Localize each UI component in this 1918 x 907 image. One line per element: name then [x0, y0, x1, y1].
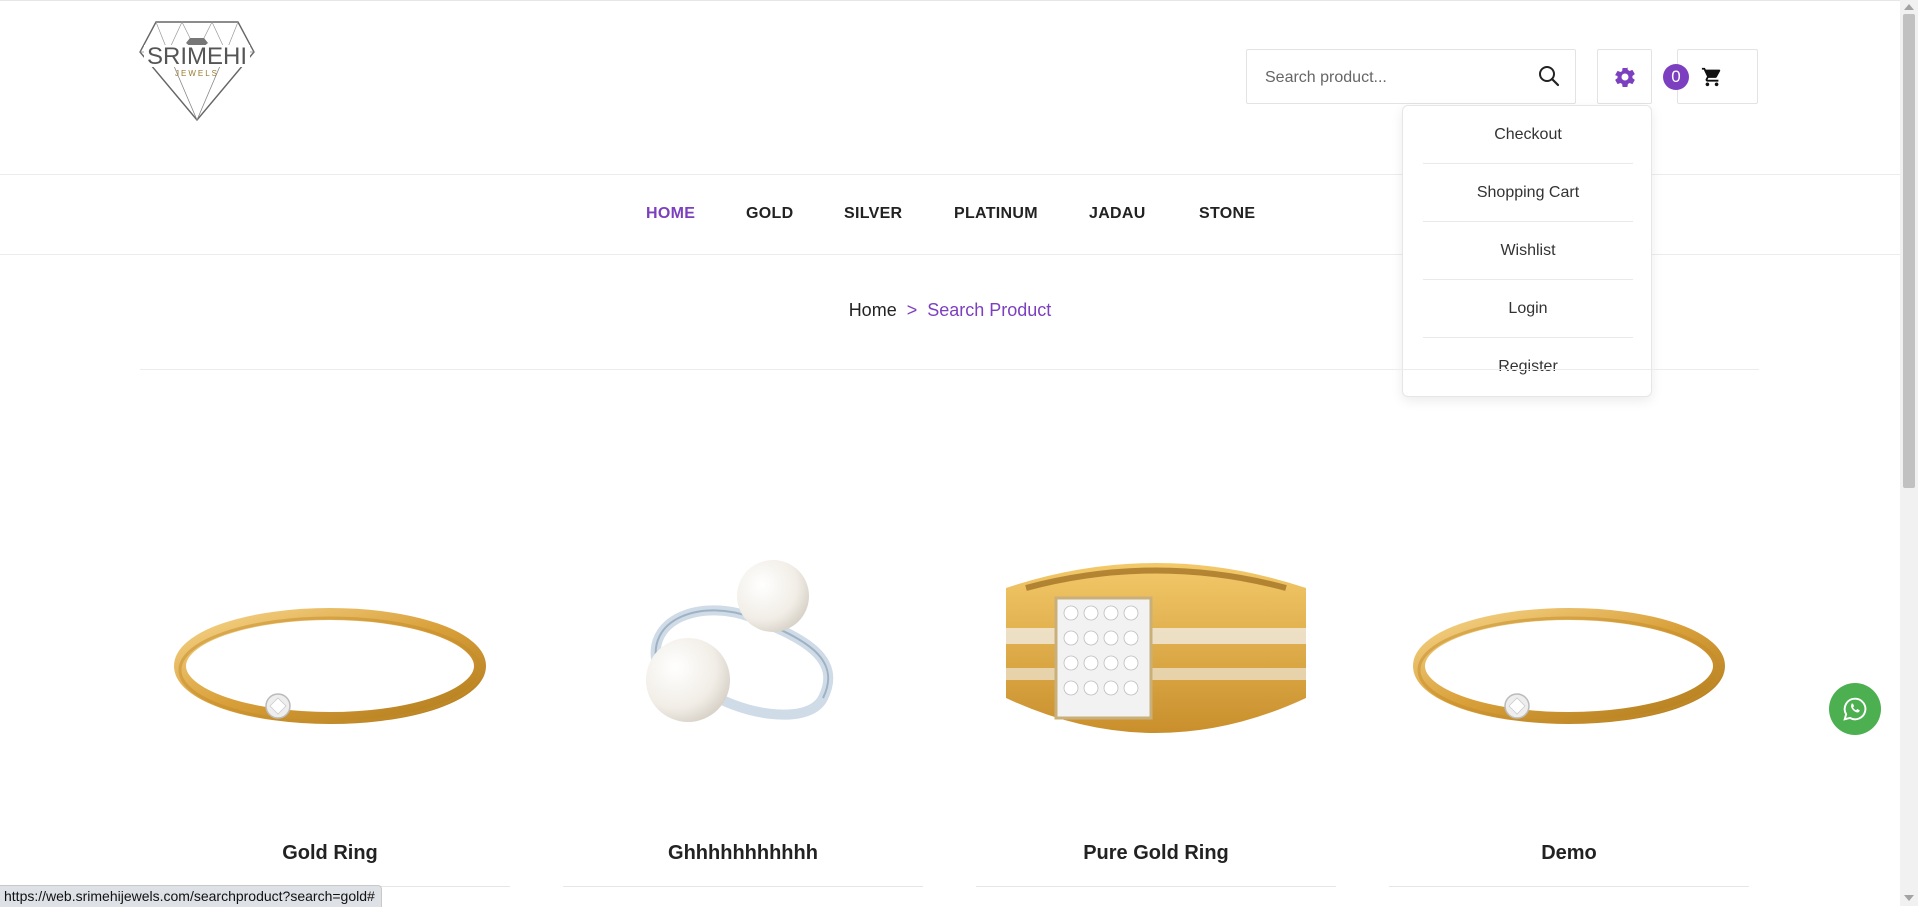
product-image[interactable]	[140, 448, 520, 828]
nav-item-platinum[interactable]: PLATINUM	[954, 200, 1038, 228]
nav-item-silver[interactable]: SILVER	[844, 200, 902, 228]
product-image[interactable]	[1379, 448, 1759, 828]
settings-dropdown: Checkout Shopping Cart Wishlist Login Re…	[1402, 105, 1652, 397]
nav-item-stone[interactable]: STONE	[1199, 200, 1255, 228]
scrollbar-thumb[interactable]	[1903, 14, 1915, 488]
search-icon	[1539, 66, 1560, 87]
breadcrumb-separator: >	[906, 300, 918, 320]
product-image[interactable]	[553, 448, 933, 828]
product-name[interactable]: Ghhhhhhhhhhh	[553, 842, 933, 865]
cart-icon-wrap[interactable]	[1701, 66, 1723, 93]
whatsapp-icon	[1843, 697, 1867, 721]
search-box	[1246, 49, 1576, 105]
breadcrumb-divider	[140, 369, 1759, 370]
cart-count-badge: 0	[1663, 64, 1689, 90]
search-button[interactable]	[1537, 64, 1563, 90]
dropdown-item-shopping-cart[interactable]: Shopping Cart	[1423, 164, 1633, 222]
whatsapp-button[interactable]	[1829, 683, 1881, 735]
logo-subtext: JEWELS	[175, 69, 219, 78]
scroll-down-arrow-icon[interactable]	[1904, 895, 1914, 901]
product-divider	[563, 886, 923, 887]
search-input[interactable]	[1263, 50, 1527, 105]
product-name[interactable]: Gold Ring	[140, 842, 520, 865]
nav-item-home[interactable]: HOME	[646, 200, 695, 228]
product-divider	[1389, 886, 1749, 887]
nav-item-jadau[interactable]: JADAU	[1089, 200, 1146, 228]
product-image[interactable]	[966, 448, 1346, 828]
product-divider	[976, 886, 1336, 887]
settings-button[interactable]	[1597, 49, 1652, 104]
breadcrumb-home[interactable]: Home	[849, 300, 897, 320]
cart-icon	[1701, 67, 1721, 87]
nav-item-gold[interactable]: GOLD	[746, 200, 793, 228]
dropdown-item-register[interactable]: Register	[1423, 338, 1633, 396]
breadcrumb-current: Search Product	[927, 300, 1052, 320]
gear-icon	[1615, 67, 1635, 88]
dropdown-item-checkout[interactable]: Checkout	[1423, 106, 1633, 164]
dropdown-item-wishlist[interactable]: Wishlist	[1423, 222, 1633, 280]
product-name[interactable]: Pure Gold Ring	[966, 842, 1346, 865]
product-name[interactable]: Demo	[1379, 842, 1759, 865]
status-bar-url: https://web.srimehijewels.com/searchprod…	[0, 885, 382, 907]
breadcrumb: Home > Search Product	[0, 300, 1900, 321]
site-logo[interactable]: SRIMEHI JEWELS	[138, 18, 256, 122]
top-border	[0, 0, 1900, 1]
scroll-up-arrow-icon[interactable]	[1904, 4, 1914, 10]
logo-text: SRIMEHI	[147, 43, 247, 70]
diamond-logo: SRIMEHI JEWELS	[139, 21, 255, 122]
